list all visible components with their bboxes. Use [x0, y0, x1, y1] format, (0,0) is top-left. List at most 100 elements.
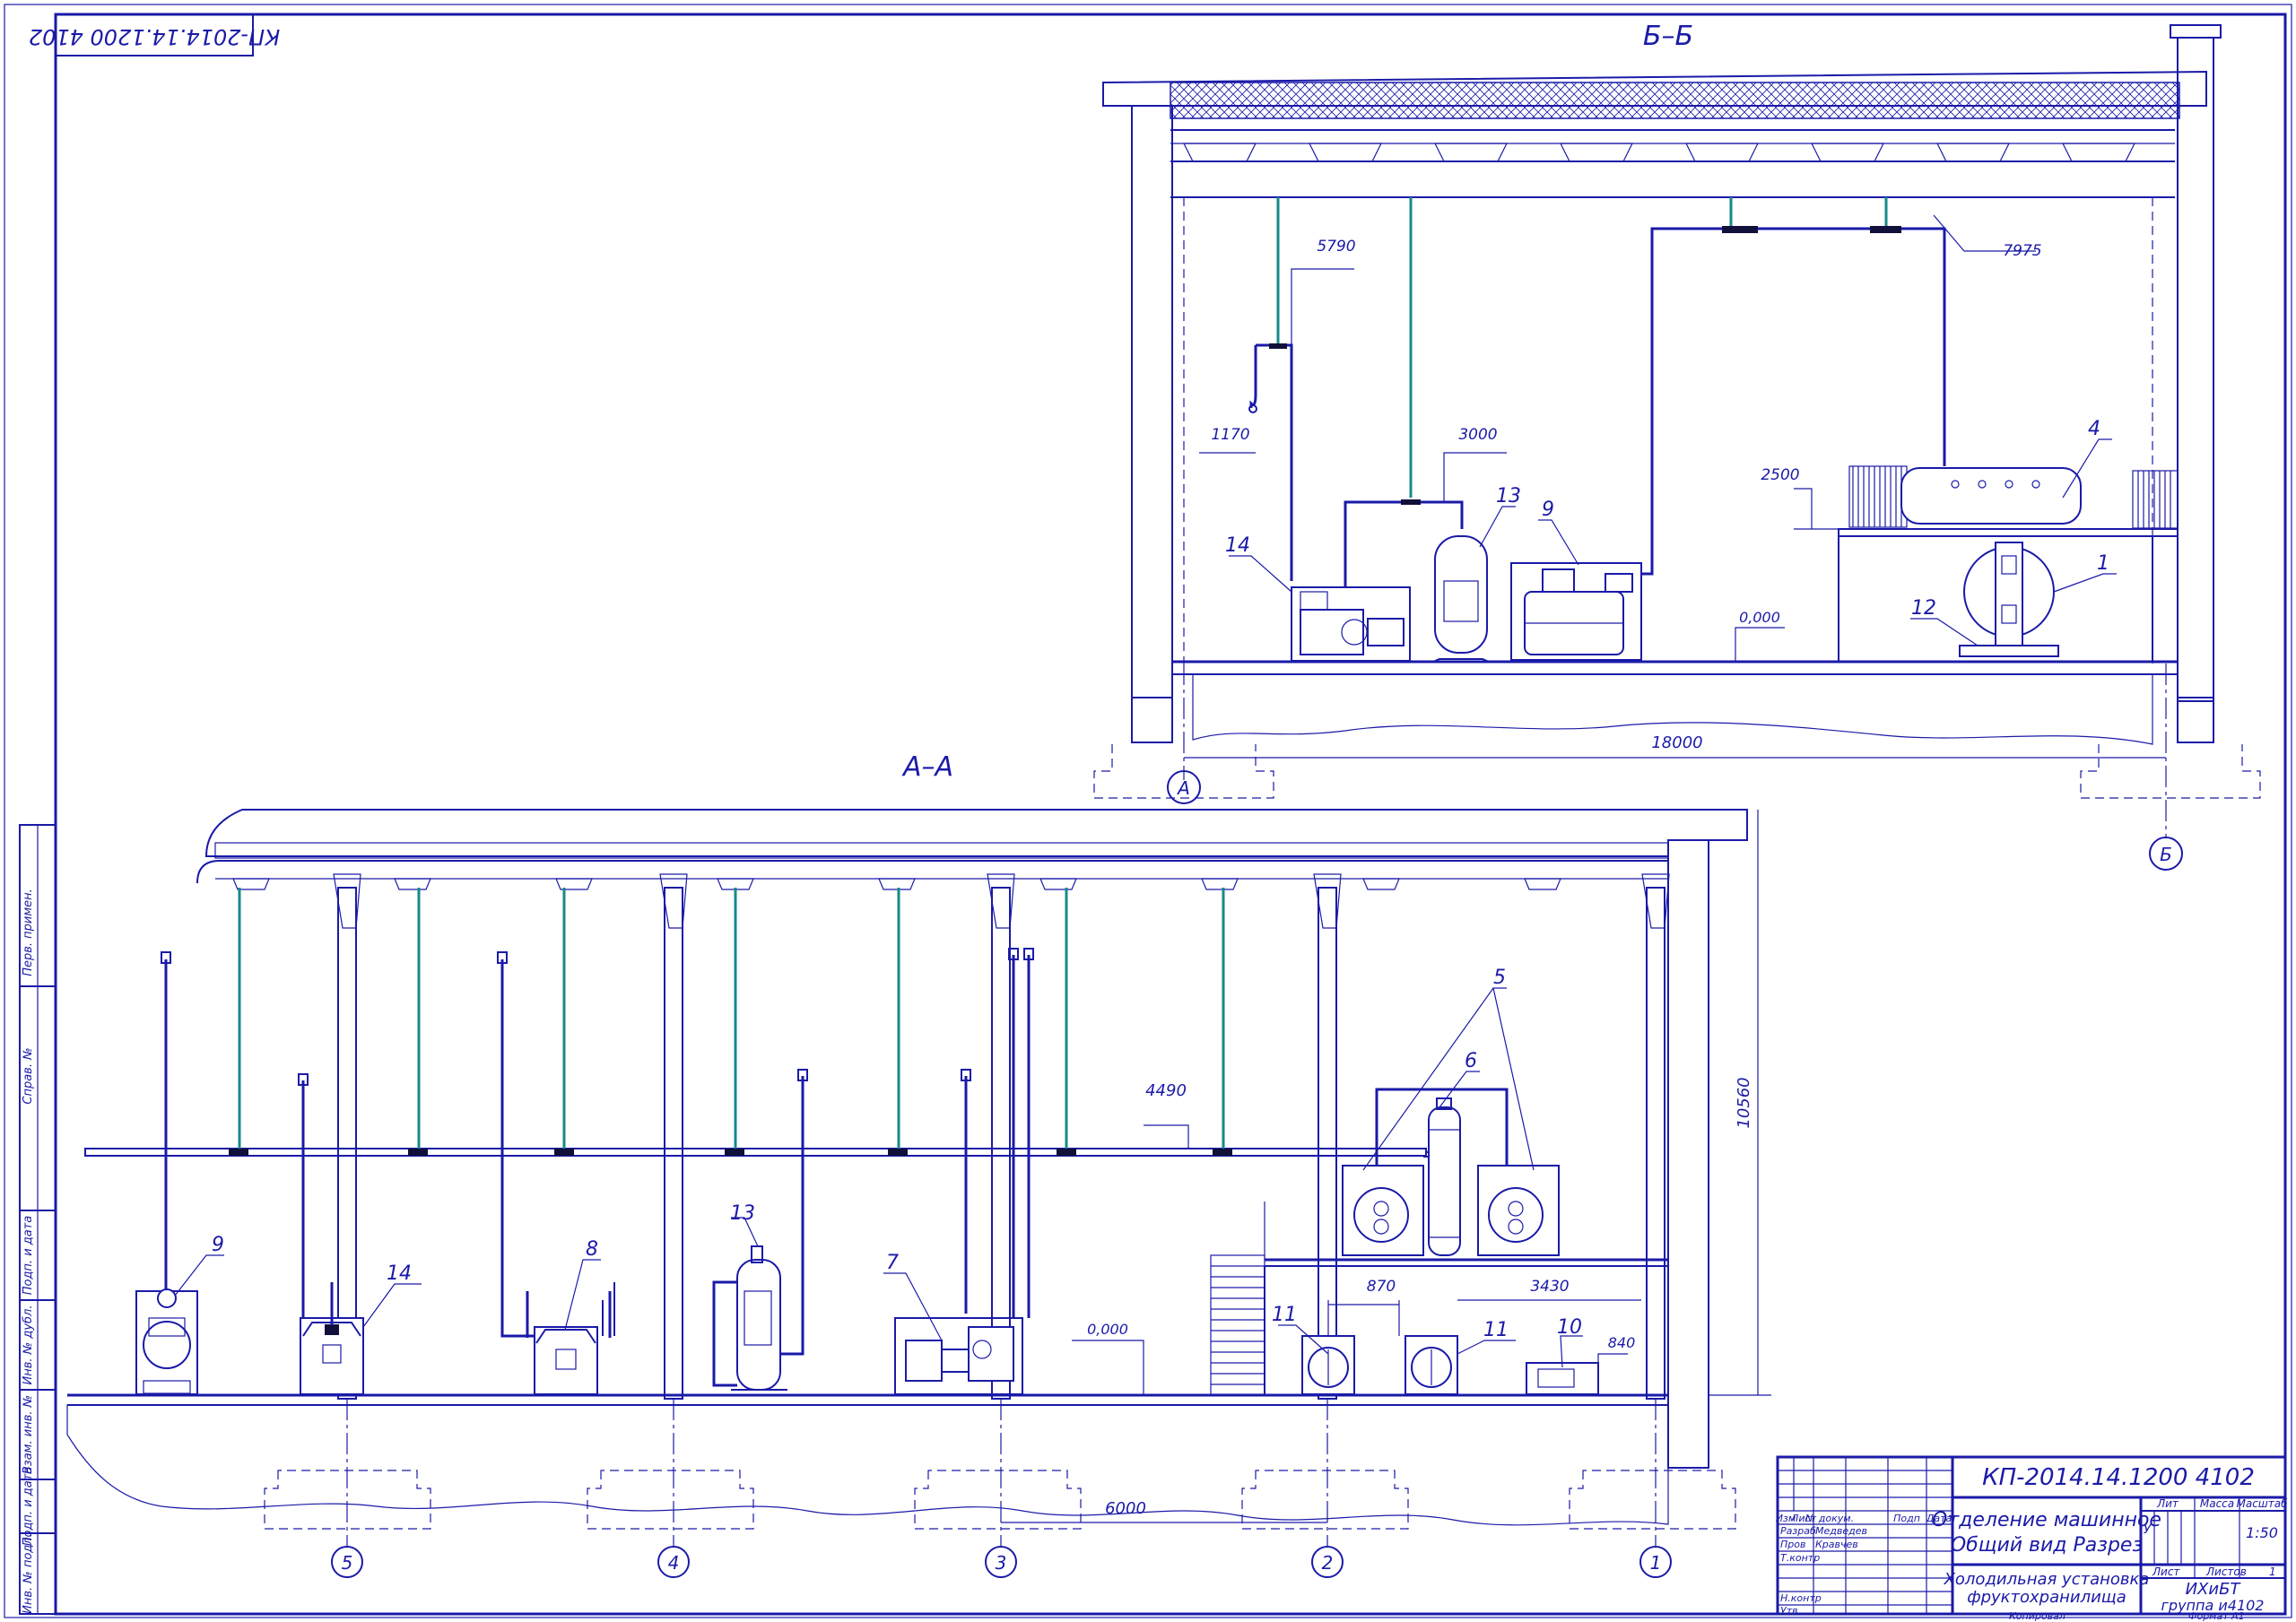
- side-cell-1: Справ. №: [22, 1047, 35, 1104]
- aa-columns: [333, 873, 1670, 1400]
- bb-chimney-cap: [2170, 24, 2222, 39]
- top-doc-code: КП-2014.14.1200 4102: [29, 24, 280, 49]
- tb-subject-line1: Холодильная установка: [1944, 1570, 2150, 1589]
- aa-pos-9: 9: [212, 1234, 224, 1256]
- aa-equip-11-left: [1301, 1335, 1355, 1395]
- bb-level-0000: 0,000: [1739, 609, 1780, 626]
- tb-name-line1: Отделение машинное: [1932, 1509, 2161, 1531]
- tb-role-prov: Пров: [1780, 1539, 1805, 1550]
- side-cell-4: Взам. инв. №: [22, 1395, 35, 1474]
- tb-lit-value: У: [2144, 1522, 2152, 1537]
- aa-equip-5-right: [1477, 1165, 1560, 1256]
- top-doc-stamp: КП-2014.14.1200 4102: [29, 13, 280, 56]
- tb-mass-label: Масса: [2200, 1497, 2234, 1510]
- tb-scale-value: 1:50: [2246, 1524, 2278, 1541]
- side-cell-6: Инв. № подл.: [22, 1533, 35, 1614]
- tb-col-docnum: № докум.: [1805, 1513, 1854, 1524]
- aa-axis-5: 5: [342, 1552, 353, 1574]
- tb-col-sign: Подп: [1893, 1513, 1920, 1524]
- tb-role-nkontr: Н.контр: [1780, 1592, 1822, 1604]
- tb-role-tkontr: Т.контр: [1780, 1552, 1820, 1564]
- aa-equip-9: [135, 1288, 198, 1395]
- bb-pos-13: 13: [1496, 485, 1521, 507]
- bb-equip-14-compressor: [1291, 586, 1411, 662]
- bb-equip-13-receiver: [1432, 535, 1490, 663]
- aa-pos-7: 7: [886, 1252, 899, 1274]
- side-cell-3: Инв. № дубл.: [22, 1305, 35, 1385]
- tb-subject-line2: фруктохранилища: [1967, 1588, 2126, 1607]
- bb-pos-12: 12: [1911, 597, 1936, 620]
- side-cell-2: Подп. и дата: [22, 1216, 35, 1296]
- aa-axis-3: 3: [996, 1552, 1007, 1574]
- bb-axis-a-label: А: [1176, 777, 1190, 799]
- aa-equip-13: [712, 1245, 787, 1391]
- bb-equip-9-unit: [1510, 562, 1642, 661]
- bb-dim-2500: 2500: [1761, 466, 1799, 484]
- tb-format: Формат А1: [2188, 1610, 2245, 1622]
- bb-pos-9: 9: [1542, 499, 1554, 521]
- aa-pos-6: 6: [1465, 1050, 1477, 1072]
- aa-dim-870: 870: [1367, 1278, 1396, 1296]
- bb-dim-1170: 1170: [1211, 426, 1249, 444]
- tb-name-prov: Кравчев: [1815, 1539, 1858, 1550]
- bb-dim-3000: 3000: [1458, 426, 1497, 444]
- side-stamp: Перв. примен. Справ. № Подп. и дата Инв.…: [19, 824, 57, 1615]
- bb-roof-insulation: [1170, 82, 2180, 119]
- aa-dim-840: 840: [1608, 1334, 1636, 1351]
- bb-equip-4-condenser: [1900, 467, 2082, 525]
- tb-role-utv: Утв: [1780, 1605, 1798, 1617]
- bb-pos-4: 4: [2088, 418, 2100, 440]
- aa-equip-8: [526, 1291, 612, 1395]
- section-aa-title: А–А: [901, 751, 953, 783]
- aa-right-wall: [1667, 839, 1709, 1469]
- bb-axis-b-label: Б: [2160, 844, 2172, 865]
- aa-equip-7: [894, 1317, 1023, 1395]
- aa-pos-5: 5: [1493, 967, 1506, 989]
- aa-pos-13: 13: [730, 1202, 755, 1225]
- aa-dim-10560: 10560: [1735, 1077, 1753, 1128]
- aa-pos-11-right: 11: [1483, 1319, 1509, 1341]
- tb-sheets-label: Листов: [2205, 1566, 2247, 1578]
- aa-equip-10: [1526, 1362, 1599, 1395]
- aa-axis-2: 2: [1322, 1552, 1334, 1574]
- aa-level-0000: 0,000: [1087, 1321, 1128, 1338]
- section-bb-title: Б–Б: [1643, 21, 1693, 52]
- side-cell-0: Перв. примен.: [22, 889, 35, 976]
- aa-pos-8: 8: [586, 1238, 598, 1261]
- bb-dim-7975: 7975: [2003, 242, 2041, 260]
- aa-dim-6000: 6000: [1105, 1499, 1146, 1518]
- bb-left-wall: [1131, 105, 1173, 698]
- bb-pos-14: 14: [1225, 534, 1250, 557]
- aa-axis-1: 1: [1650, 1552, 1662, 1574]
- tb-role-razrab: Разраб: [1780, 1525, 1816, 1537]
- tb-designation: КП-2014.14.1200 4102: [1982, 1464, 2255, 1491]
- bb-pipe-main: [1641, 227, 1946, 576]
- aa-pos-14: 14: [387, 1262, 412, 1285]
- aa-equip-11-right: [1405, 1335, 1458, 1395]
- bb-equip-1-separator: [1959, 542, 2059, 657]
- bb-dim-18000: 18000: [1651, 733, 1702, 752]
- aa-pos-11-left: 11: [1272, 1304, 1297, 1326]
- aa-axis-4: 4: [668, 1552, 680, 1574]
- title-block: КП-2014.14.1200 4102 Изм Лист № докум. П…: [1776, 1455, 2288, 1617]
- aa-equip-14: [300, 1282, 364, 1395]
- drawing-sheet: КП-2014.14.1200 4102 Перв. примен. Справ…: [4, 4, 2292, 1622]
- tb-sheet-label: Лист: [2152, 1566, 2180, 1578]
- tb-scale-label: Масштаб: [2236, 1497, 2288, 1510]
- inner-frame: [54, 13, 2287, 1616]
- aa-roof-slab: [204, 809, 1748, 857]
- aa-dim-3430: 3430: [1530, 1278, 1569, 1296]
- bb-right-wall: [2177, 37, 2214, 702]
- tb-sheets-value: 1: [2269, 1566, 2276, 1578]
- tb-name-razrab: Медведев: [1815, 1525, 1867, 1537]
- bb-pos-1: 1: [2097, 552, 2109, 575]
- tb-name-line2: Общий вид Разрез: [1951, 1534, 2143, 1557]
- aa-pos-10: 10: [1557, 1316, 1582, 1339]
- bb-pipe-left: [1249, 343, 1293, 581]
- aa-dim-4490: 4490: [1145, 1081, 1187, 1100]
- tb-lit-label: Лит: [2156, 1497, 2179, 1510]
- aa-ground-hatch: [66, 1404, 1669, 1526]
- section-aa: А–А 5 4 3 2 1 6000 10560 0,000 4490 870 …: [66, 751, 1771, 1578]
- tb-copied: Копировал: [2009, 1610, 2066, 1622]
- section-bb: Б–Б А Б 18000 0,000 5790 7975 1170 3000 …: [1093, 21, 2261, 871]
